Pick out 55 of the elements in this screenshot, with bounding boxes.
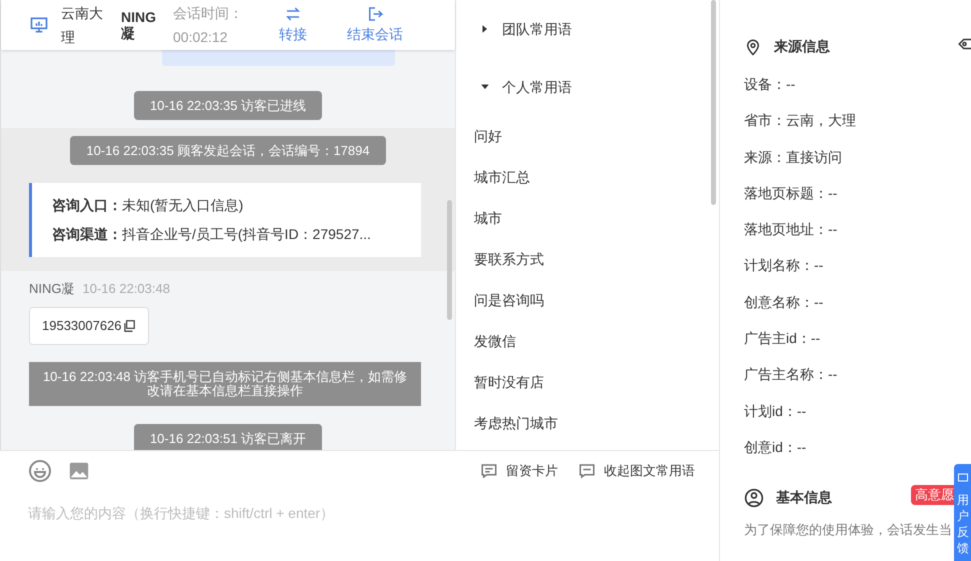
phrase-group-toggle[interactable]: 个人常用语 <box>456 58 719 116</box>
feedback-icon <box>957 472 969 484</box>
source-field: 来源：直接访问 <box>744 146 947 183</box>
message-input[interactable]: 请输入您的内容（换行快捷键：shift/ctrl + enter） <box>28 503 691 553</box>
location-pin-icon <box>744 38 762 56</box>
section-title: 基本信息 <box>776 488 832 508</box>
entry-info-line: 咨询入口：未知(暂无入口信息) <box>52 196 244 215</box>
phrase-item[interactable]: 城市汇总 <box>456 156 719 198</box>
message-time: 10-16 22:03:48 <box>82 280 170 298</box>
source-field: 计划id：-- <box>744 400 947 437</box>
copy-icon <box>122 318 136 332</box>
visitor-name: NING凝 <box>121 9 157 41</box>
system-message: 10-16 22:03:48 访客手机号已自动标记右侧基本信息栏，如需修改请在基本信息栏直接操作 <box>29 362 421 406</box>
phone-number: 19533007626 <box>42 316 122 335</box>
section-title: 来源信息 <box>774 37 830 56</box>
feedback-tab[interactable]: 用户反馈 <box>954 464 971 561</box>
phrase-item[interactable]: 考虑热门城市 <box>456 402 719 444</box>
source-field: 广告主id：-- <box>744 328 947 364</box>
emoji-icon <box>28 459 52 483</box>
system-message: 10-16 22:03:35 访客已进线 <box>134 91 322 120</box>
source-field: 广告主名称：-- <box>744 364 947 401</box>
phrase-item[interactable]: 要联系方式 <box>456 238 719 280</box>
source-field: 落地页地址：-- <box>744 219 947 256</box>
monitor-icon <box>29 15 49 35</box>
phrase-group-toggle[interactable]: 团队常用语 <box>456 0 719 58</box>
comment-icon <box>480 462 498 480</box>
source-field: 计划名称：-- <box>744 255 947 292</box>
sender-name: NING凝 <box>29 280 74 298</box>
source-field: 省市：云南，大理 <box>744 110 947 147</box>
comment-icon <box>578 462 596 480</box>
image-icon <box>68 460 90 482</box>
source-field: 落地页标题：-- <box>744 182 947 220</box>
source-field: 创意id：-- <box>744 436 947 474</box>
system-message: 10-16 22:03:51 访客已离开 <box>134 424 322 450</box>
phrase-item[interactable]: 问好 <box>456 115 719 157</box>
source-field: 创意名称：-- <box>744 292 947 328</box>
exit-icon <box>366 5 384 23</box>
phrase-item[interactable]: 问是咨询吗 <box>456 279 719 321</box>
end-session-button[interactable]: 结束会话 <box>347 5 403 45</box>
transfer-button[interactable]: 转接 <box>279 5 307 45</box>
system-message: 10-16 22:03:35 顾客发起会话，会话编号：17894 <box>70 136 386 165</box>
swap-arrows-icon <box>284 5 302 23</box>
lead-card-button[interactable]: 留资卡片 <box>480 461 558 481</box>
user-circle-icon <box>744 488 764 508</box>
collapse-phrases-button[interactable]: 收起图文常用语 <box>578 461 695 481</box>
session-timer: 00:02:12 <box>173 28 228 47</box>
phrase-item[interactable]: 暂时没有店 <box>456 361 719 403</box>
timer-label: 会话时间： <box>173 4 244 23</box>
caret-down-icon <box>480 82 490 92</box>
source-field: 设备：-- <box>744 74 947 110</box>
entry-info-line: 咨询渠道：抖音企业号/员工号(抖音号ID：279527... <box>52 225 372 244</box>
phrase-item[interactable]: 城市 <box>456 197 719 239</box>
caret-right-icon <box>480 24 490 34</box>
location-text: 云南大理 <box>61 4 104 47</box>
phrase-item[interactable]: 发微信 <box>456 320 719 362</box>
